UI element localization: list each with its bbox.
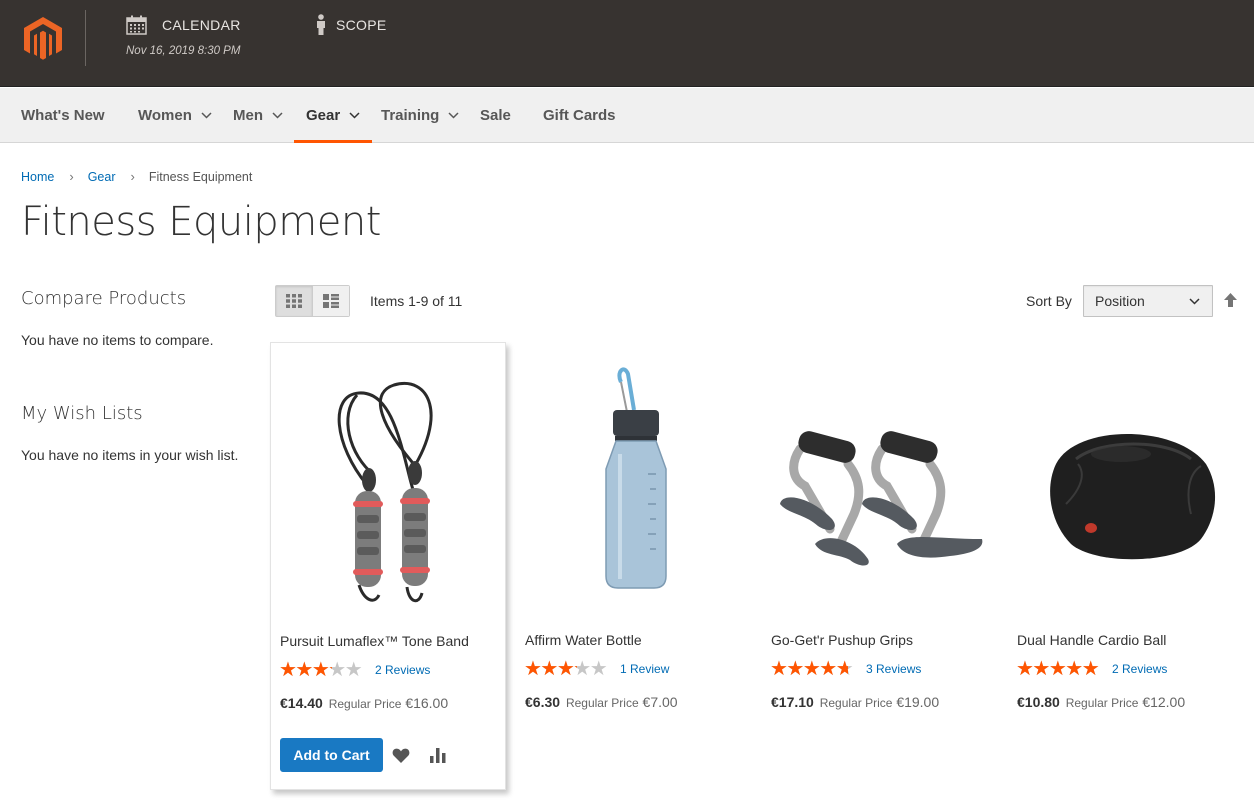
final-price: €10.80 [1017, 694, 1060, 710]
product-rating: ★★★★★ ★★★★★ 3 Reviews [770, 658, 921, 680]
toolbar-amount: Items 1-9 of 11 [370, 293, 463, 309]
chevron-down-icon [272, 112, 283, 119]
product-rating: ★★★★★★★★★★ 2 Reviews [279, 659, 430, 681]
nav-label: Gift Cards [543, 107, 616, 124]
wishlist-empty-text: You have no items in your wish list. [21, 447, 239, 463]
breadcrumb-separator: › [130, 169, 135, 184]
calendar-date: Nov 16, 2019 8:30 PM [126, 45, 241, 57]
product-price: €6.30 Regular Price €7.00 [525, 694, 678, 710]
compare-products-title: Compare Products [21, 288, 187, 309]
regular-price: €7.00 [642, 694, 678, 710]
chevron-down-icon [448, 112, 459, 119]
rating-stars: ★★★★★★★★★★ [1016, 658, 1100, 680]
nav-item-whats-new[interactable]: What's New [21, 88, 105, 143]
grid-icon [285, 294, 302, 308]
breadcrumb-current: Fitness Equipment [148, 169, 253, 184]
grid-view-button[interactable] [276, 286, 313, 316]
final-price: €6.30 [525, 694, 561, 710]
reviews-link[interactable]: 3 Reviews [866, 662, 921, 676]
compare-chart-icon[interactable] [429, 747, 447, 763]
nav-item-training[interactable]: Training [381, 88, 459, 143]
product-image-tone-band[interactable] [279, 355, 501, 633]
breadcrumb-home[interactable]: Home [21, 170, 54, 184]
breadcrumb-gear[interactable]: Gear [88, 170, 116, 184]
regular-price-label: Regular Price [565, 696, 639, 710]
final-price: €17.10 [771, 694, 814, 710]
nav-label: Women [138, 107, 192, 124]
list-view-button[interactable] [312, 286, 349, 316]
product-item[interactable]: Pursuit Lumaflex™ Tone Band ★★★★★★★★★★ 2… [270, 342, 506, 790]
regular-price-label: Regular Price [819, 696, 893, 710]
nav-label: Training [381, 107, 440, 124]
sort-by-select[interactable]: Position [1083, 285, 1213, 317]
product-name[interactable]: Affirm Water Bottle [525, 632, 642, 648]
rating-stars: ★★★★★★★★★★ [770, 658, 854, 680]
heart-icon[interactable] [392, 748, 410, 763]
regular-price-label: Regular Price [1065, 696, 1139, 710]
regular-price-label: Regular Price [328, 697, 402, 711]
product-item[interactable]: Affirm Water Bottle ★★★★★★★★★★ 1 Review … [516, 342, 752, 790]
sort-direction-arrow-icon[interactable] [1223, 292, 1238, 308]
product-price: €10.80 Regular Price €12.00 [1017, 694, 1185, 710]
nav-item-women[interactable]: Women [138, 88, 212, 143]
product-rating: ★★★★★★★★★★ 1 Review [524, 658, 669, 680]
regular-price: €12.00 [1142, 694, 1186, 710]
product-image-pushup-grips[interactable] [770, 354, 992, 632]
chevron-down-icon [1189, 298, 1200, 305]
reviews-link[interactable]: 1 Review [620, 662, 669, 676]
calendar-label[interactable]: CALENDAR [162, 17, 241, 33]
product-name[interactable]: Go-Get'r Pushup Grips [771, 632, 913, 648]
divider [85, 10, 86, 66]
nav-label: Sale [480, 107, 511, 124]
chevron-down-icon [201, 112, 212, 119]
regular-price: €16.00 [405, 695, 449, 711]
product-price: €14.40 Regular Price €16.00 [280, 695, 448, 711]
nav-item-men[interactable]: Men [233, 88, 283, 143]
admin-bar: CALENDAR Nov 16, 2019 8:30 PM SCOPE [0, 0, 1254, 87]
rating-stars: ★★★★★★★★★★ [524, 658, 608, 680]
product-name[interactable]: Dual Handle Cardio Ball [1017, 632, 1166, 648]
nav-item-sale[interactable]: Sale [480, 88, 511, 143]
list-icon [322, 294, 339, 308]
rating-stars: ★★★★★★★★★★ [279, 659, 363, 681]
compare-empty-text: You have no items to compare. [21, 332, 214, 348]
breadcrumb: Home › Gear › Fitness Equipment [21, 169, 252, 184]
breadcrumb-separator: › [69, 169, 74, 184]
nav-label: Gear [306, 107, 341, 124]
reviews-link[interactable]: 2 Reviews [1112, 662, 1167, 676]
calendar-icon [126, 15, 147, 35]
product-name[interactable]: Pursuit Lumaflex™ Tone Band [280, 633, 469, 649]
main-navigation: What's New Women Men Gear Training Sale … [0, 88, 1254, 143]
chevron-down-icon [349, 112, 360, 119]
product-item[interactable]: Go-Get'r Pushup Grips ★★★★★ ★★★★★ 3 Revie… [762, 342, 998, 790]
product-image-cardio-ball[interactable] [1016, 354, 1238, 632]
regular-price: €19.00 [896, 694, 940, 710]
nav-label: Men [233, 107, 263, 124]
view-mode-switcher [275, 285, 350, 317]
nav-item-gift-cards[interactable]: Gift Cards [543, 88, 616, 143]
scope-label[interactable]: SCOPE [336, 17, 387, 33]
product-price: €17.10 Regular Price €19.00 [771, 694, 939, 710]
sort-by-value: Position [1095, 293, 1145, 309]
product-image-water-bottle[interactable] [524, 354, 746, 632]
sort-by-label: Sort By [1026, 293, 1072, 309]
nav-item-gear[interactable]: Gear [293, 88, 373, 143]
product-item[interactable]: Dual Handle Cardio Ball ★★★★★ ★★★★★ 2 Rev… [1008, 342, 1244, 790]
product-rating: ★★★★★★★★★★ 2 Reviews [1016, 658, 1167, 680]
reviews-link[interactable]: 2 Reviews [375, 663, 430, 677]
add-to-cart-button[interactable]: Add to Cart [280, 738, 383, 772]
wishlist-title: My Wish Lists [21, 403, 143, 424]
page-title: Fitness Equipment [21, 199, 381, 245]
magento-logo[interactable] [22, 16, 64, 60]
person-icon [317, 14, 325, 35]
nav-label: What's New [21, 107, 105, 124]
final-price: €14.40 [280, 695, 323, 711]
